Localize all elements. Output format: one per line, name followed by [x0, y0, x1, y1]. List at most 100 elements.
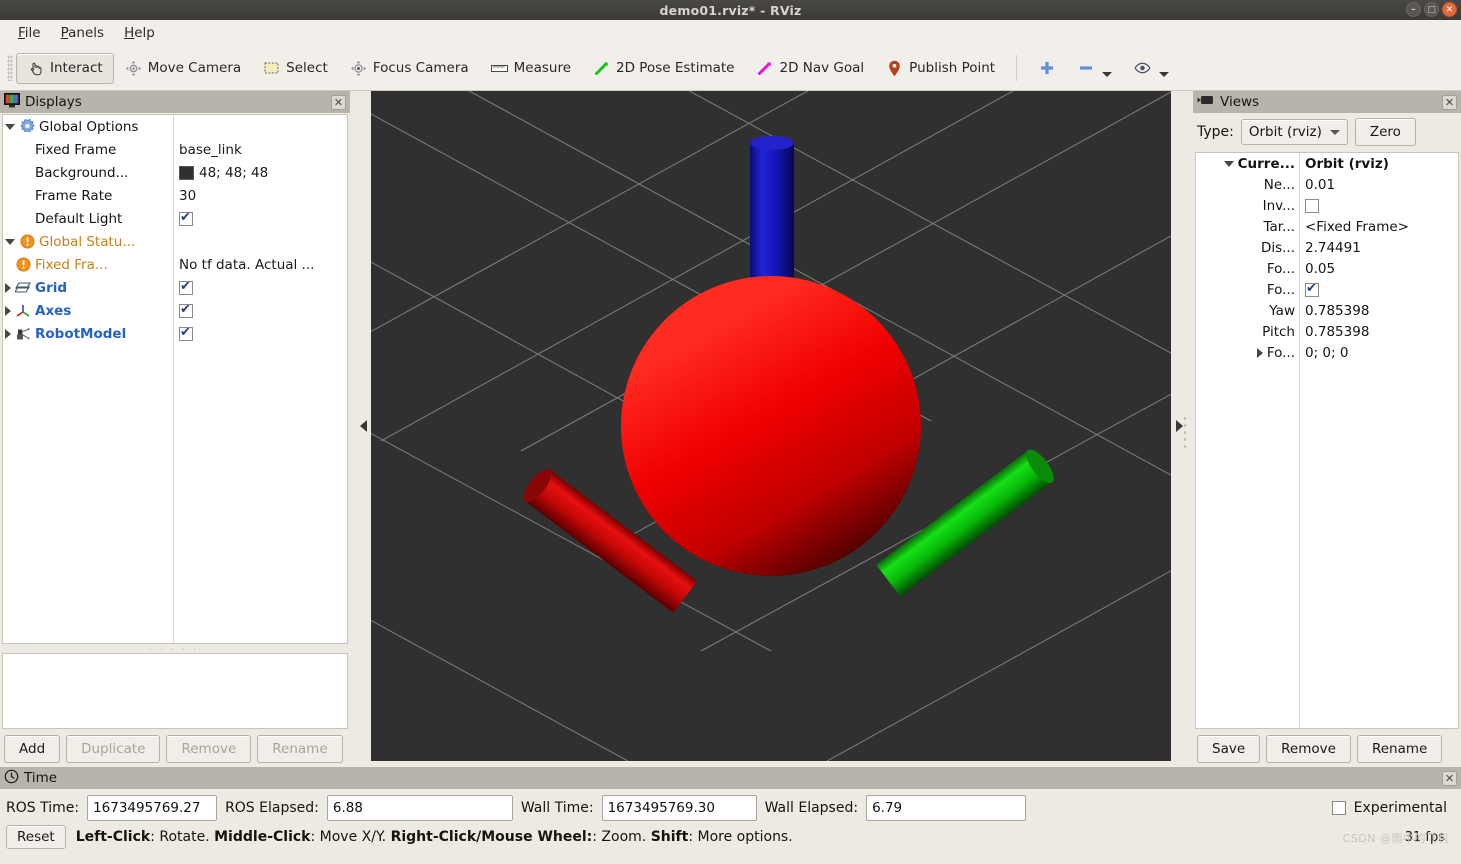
views-tree[interactable]: Curre... Orbit (rviz) Ne... 0.01 Inv... [1195, 152, 1459, 729]
tool-select[interactable]: Select [252, 53, 339, 84]
views-row-focal-shape-fixed-size[interactable]: Fo... [1196, 279, 1458, 300]
tool-2d-pose-estimate-label: 2D Pose Estimate [616, 60, 735, 76]
views-row-name: Fo... [1196, 282, 1299, 298]
zero-button[interactable]: Zero [1354, 118, 1416, 146]
views-row-target-frame[interactable]: Tar... <Fixed Frame> [1196, 216, 1458, 237]
views-row-current-view[interactable]: Curre... Orbit (rviz) [1196, 153, 1458, 174]
expander-down-icon[interactable] [5, 238, 15, 245]
rename-view-button[interactable]: Rename [1356, 735, 1443, 763]
tool-2d-nav-goal[interactable]: 2D Nav Goal [746, 53, 876, 84]
views-column-separator[interactable] [1299, 153, 1300, 728]
tree-row-value [173, 326, 347, 341]
chevron-down-icon-2[interactable] [1159, 72, 1170, 77]
axes-enabled-checkbox[interactable] [179, 303, 193, 318]
views-close-icon[interactable]: ✕ [1442, 94, 1457, 110]
tree-row-axes[interactable]: Axes [3, 299, 347, 322]
views-row-invert-z[interactable]: Inv... [1196, 195, 1458, 216]
experimental-toggle[interactable]: Experimental [1331, 800, 1455, 816]
remove-view-button[interactable]: Remove [1266, 735, 1351, 763]
warning-icon [19, 234, 35, 250]
views-panel: Views ✕ Type: Orbit (rviz) Zero Curre...… [1193, 91, 1461, 767]
views-row-value[interactable]: 0.01 [1299, 177, 1458, 193]
tool-properties-button[interactable] [1123, 52, 1180, 84]
tree-row-global-status[interactable]: Global Statu... [3, 230, 347, 253]
views-row-value[interactable]: 0.785398 [1299, 324, 1458, 340]
tree-row-grid[interactable]: Grid [3, 276, 347, 299]
views-row-yaw[interactable]: Yaw 0.785398 [1196, 300, 1458, 321]
tool-move-camera[interactable]: Move Camera [114, 53, 252, 84]
invert-z-checkbox[interactable] [1305, 198, 1319, 213]
tool-focus-camera[interactable]: Focus Camera [339, 53, 480, 84]
experimental-checkbox[interactable] [1331, 801, 1346, 815]
tree-row-global-options[interactable]: Global Options [3, 115, 347, 138]
expander-down-icon[interactable] [1223, 160, 1234, 167]
views-row-focal-point[interactable]: Fo... 0; 0; 0 [1196, 342, 1458, 363]
ros-elapsed-input[interactable]: 6.88 [326, 795, 513, 821]
views-row-distance[interactable]: Dis... 2.74491 [1196, 237, 1458, 258]
views-row-label: Tar... [1263, 218, 1295, 235]
3d-render-viewport[interactable] [371, 91, 1171, 761]
focal-shape-fixed-size-checkbox[interactable] [1305, 281, 1319, 297]
tree-row-robotmodel[interactable]: RobotModel [3, 322, 347, 345]
tool-publish-point[interactable]: Publish Point [875, 53, 1006, 84]
tree-row-name: Grid [3, 280, 173, 296]
view-type-select[interactable]: Orbit (rviz) [1240, 119, 1348, 145]
grid-enabled-checkbox[interactable] [179, 280, 193, 295]
displays-column-separator[interactable] [173, 115, 174, 643]
expander-right-icon[interactable] [5, 305, 11, 316]
chevron-down-icon[interactable] [1102, 72, 1113, 77]
menu-file[interactable]: File [8, 23, 51, 43]
menu-help[interactable]: Help [114, 23, 165, 43]
views-row-focal-shape-size[interactable]: Fo... 0.05 [1196, 258, 1458, 279]
robotmodel-enabled-checkbox[interactable] [179, 326, 193, 341]
no-icon [15, 142, 31, 158]
tree-row-value[interactable]: 48; 48; 48 [173, 165, 347, 181]
ros-time-input[interactable]: 1673495769.27 [87, 795, 218, 821]
views-row-value[interactable]: <Fixed Frame> [1299, 219, 1458, 235]
displays-property-pane[interactable] [2, 653, 348, 729]
expander-right-icon[interactable] [5, 328, 11, 339]
tree-row-frame-rate[interactable]: Frame Rate 30 [3, 184, 347, 207]
tree-row-background-color[interactable]: Background... 48; 48; 48 [3, 161, 347, 184]
tree-row-default-light[interactable]: Default Light [3, 207, 347, 230]
window-controls: – □ ✕ [1406, 2, 1457, 17]
remove-tool-button[interactable] [1066, 52, 1123, 84]
add-tool-button[interactable] [1027, 53, 1066, 84]
displays-horizontal-splitter[interactable] [0, 644, 350, 653]
default-light-checkbox[interactable] [179, 211, 193, 226]
time-close-icon[interactable]: ✕ [1442, 770, 1457, 786]
views-row-near-clip[interactable]: Ne... 0.01 [1196, 174, 1458, 195]
hand-cursor-icon [27, 60, 44, 77]
tool-interact[interactable]: Interact [16, 52, 114, 84]
menu-panels[interactable]: Panels [51, 23, 114, 43]
expander-down-icon[interactable] [5, 123, 15, 130]
wall-time-input[interactable]: 1673495769.30 [601, 795, 757, 821]
views-row-value[interactable]: 0; 0; 0 [1299, 345, 1458, 361]
tree-row-fixed-frame[interactable]: Fixed Frame base_link [3, 138, 347, 161]
wall-elapsed-input[interactable]: 6.79 [866, 795, 1027, 821]
views-row-value[interactable]: 2.74491 [1299, 240, 1458, 256]
add-display-button[interactable]: Add [4, 735, 61, 763]
views-row-pitch[interactable]: Pitch 0.785398 [1196, 321, 1458, 342]
displays-close-icon[interactable]: ✕ [331, 94, 346, 110]
left-panel-collapse-handle[interactable] [355, 91, 371, 761]
toolbar-grip[interactable] [7, 55, 13, 81]
tree-row-name: Fixed Frame [3, 142, 173, 158]
close-button[interactable]: ✕ [1442, 2, 1457, 17]
views-row-value[interactable]: 0.05 [1299, 261, 1458, 277]
reset-button[interactable]: Reset [6, 825, 66, 849]
maximize-button[interactable]: □ [1424, 2, 1439, 17]
views-row-value[interactable]: 0.785398 [1299, 303, 1458, 319]
minimize-button[interactable]: – [1406, 2, 1421, 17]
tree-row-label: Default Light [35, 210, 123, 227]
expander-right-icon[interactable] [1256, 347, 1263, 358]
tool-2d-pose-estimate[interactable]: 2D Pose Estimate [582, 53, 745, 84]
displays-tree[interactable]: Global Options Fixed Frame base_link Bac… [2, 114, 348, 644]
save-view-button[interactable]: Save [1197, 735, 1261, 763]
views-row-name: Fo... [1196, 345, 1299, 361]
tool-measure[interactable]: Measure [480, 53, 582, 84]
tree-row-value[interactable]: 30 [173, 188, 347, 204]
tree-row-value[interactable]: base_link [173, 142, 347, 158]
expander-right-icon[interactable] [5, 282, 11, 293]
tree-row-fixed-frame-status[interactable]: Fixed Fra... No tf data. Actual ... [3, 253, 347, 276]
